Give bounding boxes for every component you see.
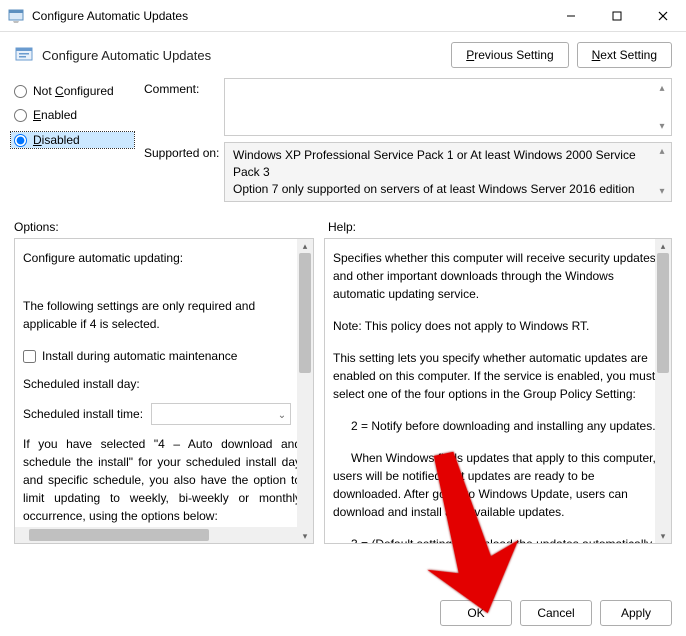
help-panel: Specifies whether this computer will rec…	[324, 238, 672, 544]
policy-title: Configure Automatic Updates	[42, 48, 451, 63]
scroll-down-icon[interactable]: ▾	[655, 119, 669, 133]
previous-setting-button[interactable]: Previous Setting	[451, 42, 568, 68]
comment-label: Comment:	[144, 78, 224, 136]
help-p2: Note: This policy does not apply to Wind…	[333, 317, 659, 335]
help-p3: This setting lets you specify whether au…	[333, 349, 659, 403]
config-area: Not Configured Enabled Disabled Comment:…	[0, 74, 686, 208]
radio-enabled[interactable]: Enabled	[14, 108, 134, 122]
scroll-up-icon[interactable]: ▴	[655, 81, 669, 95]
comment-textarea[interactable]: ▴ ▾	[224, 78, 672, 136]
window-title: Configure Automatic Updates	[32, 9, 548, 23]
cancel-button[interactable]: Cancel	[520, 600, 592, 626]
supported-on-text: Windows XP Professional Service Pack 1 o…	[224, 142, 672, 202]
scheduled-time-label: Scheduled install time:	[23, 405, 143, 423]
options-label: Options:	[14, 220, 314, 234]
options-panel: Configure automatic updating: The follow…	[14, 238, 314, 544]
close-button[interactable]	[640, 0, 686, 31]
apply-button[interactable]: Apply	[600, 600, 672, 626]
supported-on-label: Supported on:	[144, 142, 224, 202]
options-para1: If you have selected "4 – Auto download …	[23, 435, 301, 525]
install-during-maintenance-checkbox[interactable]: Install during automatic maintenance	[23, 347, 301, 365]
scroll-down-icon[interactable]: ▾	[655, 185, 669, 199]
state-radios: Not Configured Enabled Disabled	[14, 78, 134, 208]
scheduled-day-label: Scheduled install day:	[23, 375, 140, 393]
help-label: Help:	[328, 220, 672, 234]
help-opt2: 2 = Notify before downloading and instal…	[333, 417, 659, 435]
titlebar: Configure Automatic Updates	[0, 0, 686, 32]
help-scrollbar[interactable]: ▴▾	[655, 239, 671, 543]
options-note: The following settings are only required…	[23, 297, 301, 333]
window-icon	[8, 8, 24, 24]
help-opt2-desc: When Windows finds updates that apply to…	[333, 449, 659, 521]
minimize-button[interactable]	[548, 0, 594, 31]
ok-button[interactable]: OK	[440, 600, 512, 626]
radio-disabled[interactable]: Disabled	[11, 132, 134, 148]
radio-enabled-input[interactable]	[14, 109, 27, 122]
policy-icon	[14, 45, 34, 65]
next-setting-button[interactable]: Next Setting	[577, 42, 672, 68]
radio-not-configured[interactable]: Not Configured	[14, 84, 134, 98]
maximize-button[interactable]	[594, 0, 640, 31]
scroll-up-icon[interactable]: ▴	[655, 145, 669, 159]
options-scrollbar[interactable]: ▴▾	[297, 239, 313, 543]
radio-not-configured-input[interactable]	[14, 85, 27, 98]
help-p1: Specifies whether this computer will rec…	[333, 249, 659, 303]
scheduled-time-select[interactable]: ⌄	[151, 403, 291, 425]
policy-header: Configure Automatic Updates Previous Set…	[0, 32, 686, 74]
options-hscrollbar[interactable]	[15, 527, 297, 543]
options-heading: Configure automatic updating:	[23, 249, 301, 267]
help-opt3: 3 = (Default setting) Download the updat…	[333, 535, 659, 543]
dialog-footer: OK Cancel Apply	[440, 600, 672, 626]
chevron-down-icon: ⌄	[278, 408, 286, 423]
radio-disabled-input[interactable]	[14, 134, 27, 147]
